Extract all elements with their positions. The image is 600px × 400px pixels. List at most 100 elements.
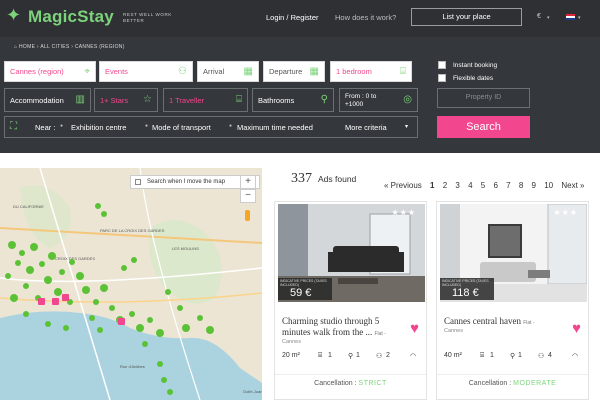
location-pin-icon: ⌖	[84, 66, 90, 77]
shower-icon: ⚲	[510, 353, 516, 360]
price-tag: INDICATIVE PRICES (TAXES INCLUDED) 118 €	[440, 278, 494, 300]
price-tag: INDICATIVE PRICES (TAXES INCLUDED) 59 €	[278, 278, 332, 300]
beds-value: 1	[328, 352, 332, 359]
area-value: 40 m²	[444, 352, 462, 359]
wifi-icon: ◠	[410, 353, 417, 360]
events-field[interactable]: Events ⚇	[99, 61, 193, 82]
baths-value: 1	[518, 352, 522, 359]
near-select[interactable]: Exhibition centre	[71, 123, 126, 132]
chevron-down-icon: ▾	[547, 15, 550, 21]
cancellation-policy: Cancellation : MODERATE	[437, 374, 588, 387]
favorite-heart-icon[interactable]: ♥	[572, 320, 581, 337]
listing-city: Cannes	[444, 328, 463, 334]
flag-icon[interactable]	[566, 14, 575, 20]
guests-icon: ⚇	[376, 353, 383, 360]
max-time-select[interactable]: Maximum time needed	[237, 123, 313, 132]
arrival-date-field[interactable]: Arrival ▦	[197, 61, 259, 82]
page-link[interactable]: 7	[506, 181, 510, 190]
login-register-link[interactable]: Login / Register	[266, 13, 319, 22]
listing-title[interactable]: Charming studio through 5 minutes walk f…	[282, 316, 394, 340]
logo[interactable]: MagicStay	[28, 7, 114, 27]
guests-value: 4	[548, 352, 552, 359]
map-pin-icon: ⛶	[10, 121, 17, 132]
how-it-works-link[interactable]: How does it work?	[335, 13, 396, 22]
star-icon: ☆	[143, 94, 152, 105]
page-link[interactable]: 3	[455, 181, 459, 190]
bathrooms-select[interactable]: Bathrooms ⚲	[252, 88, 334, 112]
map-canvas: DU CALIFORNIE CROIX DES GARDES LES MOULI…	[0, 168, 262, 400]
money-icon: ◎	[403, 94, 412, 105]
property-id-input[interactable]: Property ID	[437, 88, 530, 108]
svg-text:PARC DE LA CROIX DES GARDES: PARC DE LA CROIX DES GARDES	[100, 228, 165, 233]
more-criteria-select[interactable]: More criteria	[345, 123, 387, 132]
listing-price: 118 €	[452, 287, 479, 299]
proximity-filter-bar: ⛶ Near : ● Exhibition centre ● Mode of t…	[4, 116, 418, 138]
bed-icon: ⌸	[236, 94, 242, 105]
svg-text:DU CALIFORNIE: DU CALIFORNIE	[13, 204, 44, 209]
prev-page-link[interactable]: « Previous	[384, 181, 422, 190]
cancellation-policy: Cancellation : STRICT	[275, 374, 426, 387]
listing-card[interactable]: ★★★ INDICATIVE PRICES (TAXES INCLUDED) 5…	[274, 201, 427, 400]
instant-booking-checkbox[interactable]	[438, 61, 446, 69]
baths-value: 1	[356, 352, 360, 359]
breadcrumb-current: CANNES (REGION)	[74, 44, 125, 50]
breadcrumb-home[interactable]: HOME	[19, 44, 35, 50]
beds-value: 1	[490, 352, 494, 359]
results-map[interactable]: DU CALIFORNIE CROIX DES GARDES LES MOULI…	[0, 168, 262, 400]
listing-card[interactable]: ★★★ INDICATIVE PRICES (TAXES INCLUDED) 1…	[436, 201, 589, 400]
calendar-icon: ▦	[243, 66, 253, 77]
guests-value: 2	[386, 352, 390, 359]
chevron-down-icon: ▾	[405, 124, 409, 130]
top-header: ✦ MagicStay REST WELL WORK BETTER Login …	[0, 0, 600, 37]
price-range-select[interactable]: From : 0 to +1000 ◎	[339, 88, 418, 112]
page-link[interactable]: 2	[443, 181, 447, 190]
page-link[interactable]: 10	[544, 181, 553, 190]
pagination: « Previous 1 2 3 4 5 6 7 8 9 10 Next »	[384, 181, 590, 190]
people-icon: ⚇	[178, 66, 187, 77]
checkbox[interactable]	[135, 179, 141, 185]
listing-city: Cannes	[282, 339, 301, 345]
svg-text:Golfe-Juan: Golfe-Juan	[243, 389, 262, 394]
building-icon: ▥	[75, 94, 85, 105]
flexible-dates-checkbox[interactable]	[438, 74, 446, 82]
next-page-link[interactable]: Next »	[561, 181, 584, 190]
page-link[interactable]: 6	[493, 181, 497, 190]
bed-icon: ⌸	[318, 352, 323, 359]
breadcrumb: ⌂ HOME › ALL CITIES › CANNES (REGION)	[14, 44, 125, 50]
wifi-icon: ◠	[572, 353, 579, 360]
currency-selector[interactable]: €	[537, 13, 541, 20]
bedrooms-field[interactable]: 1 bedroom ⌸	[330, 61, 412, 82]
location-field[interactable]: Cannes (region) ⌖	[4, 61, 96, 82]
list-your-place-button[interactable]: List your place	[411, 8, 522, 26]
transport-select[interactable]: Mode of transport	[152, 123, 211, 132]
zoom-in-button[interactable]: +	[240, 175, 256, 189]
stars-select[interactable]: 1+ Stars ☆	[94, 88, 158, 112]
accommodation-select[interactable]: Accommodation ▥	[4, 88, 91, 112]
shower-icon: ⚲	[320, 94, 328, 105]
rating-stars: ★★★	[391, 208, 416, 217]
page-link[interactable]: 8	[519, 181, 523, 190]
page-link[interactable]: 4	[468, 181, 472, 190]
svg-text:Rue d'Antibes: Rue d'Antibes	[120, 364, 145, 369]
area-value: 20 m²	[282, 352, 300, 359]
guests-icon: ⚇	[538, 353, 545, 360]
breadcrumb-all-cities[interactable]: ALL CITIES	[40, 44, 69, 50]
travellers-select[interactable]: 1 Traveller ⌸	[163, 88, 248, 112]
page-link[interactable]: 5	[481, 181, 485, 190]
results-count-label: Ads found	[318, 174, 357, 184]
departure-date-field[interactable]: Departure ▦	[263, 61, 325, 82]
rating-stars: ★★★	[553, 208, 578, 217]
zoom-out-button[interactable]: −	[240, 189, 256, 203]
search-button[interactable]: Search	[437, 116, 530, 138]
favorite-heart-icon[interactable]: ♥	[410, 320, 419, 337]
flexible-dates-label: Flexible dates	[453, 75, 494, 82]
chevron-down-icon: ▾	[578, 15, 581, 21]
page-link: 1	[430, 181, 435, 190]
calendar-icon: ▦	[309, 66, 319, 77]
instant-booking-label: Instant booking	[453, 62, 498, 69]
shower-icon: ⚲	[348, 353, 354, 360]
page-link[interactable]: 9	[532, 181, 536, 190]
logo-sparkle-icon: ✦	[6, 5, 22, 25]
tagline: REST WELL WORK BETTER	[123, 12, 172, 23]
listing-price: 59 €	[290, 287, 312, 299]
